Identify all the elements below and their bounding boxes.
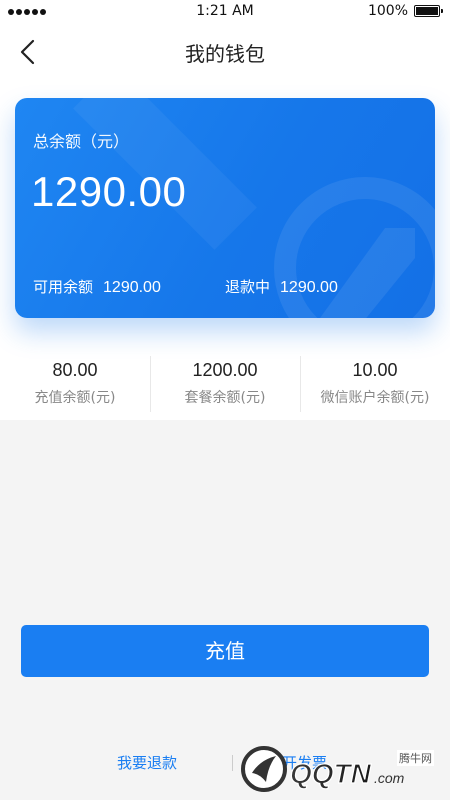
watermark-site-label: 腾牛网 xyxy=(397,750,434,766)
stat-value: 1200.00 xyxy=(192,360,258,380)
refund-link[interactable]: 我要退款 xyxy=(117,752,177,773)
stat-recharge-balance: 80.00 充值余额(元) xyxy=(0,356,150,412)
refunding-value: 1290.00 xyxy=(280,279,338,296)
stat-label: 微信账户余额(元) xyxy=(320,390,430,406)
stat-wechat-balance: 10.00 微信账户余额(元) xyxy=(300,356,450,412)
refunding-balance: 退款中 1290.00 xyxy=(225,276,338,297)
qqtn-watermark-logo-icon: QQTN .com xyxy=(241,746,405,792)
status-bar: 1:21 AM 100% xyxy=(0,0,450,24)
available-balance-value: 1290.00 xyxy=(103,279,161,296)
available-balance: 可用余额 1290.00 xyxy=(33,276,161,297)
battery-indicator: 100% xyxy=(367,3,443,19)
nav-bar: 我的钱包 xyxy=(0,24,450,80)
battery-icon xyxy=(414,5,443,17)
battery-percent: 100% xyxy=(367,3,408,19)
page-title: 我的钱包 xyxy=(185,42,265,66)
recharge-button[interactable]: 充值 xyxy=(21,625,429,677)
stat-label: 套餐余额(元) xyxy=(184,390,266,406)
balance-breakdown: 80.00 充值余额(元) 1200.00 套餐余额(元) 10.00 微信账户… xyxy=(0,356,450,412)
balance-card: 总余额（元） 1290.00 可用余额 1290.00 退款中 1290.00 xyxy=(15,98,435,318)
stat-value: 10.00 xyxy=(352,360,398,380)
stat-label: 充值余额(元) xyxy=(34,390,116,406)
total-balance-amount: 1290.00 xyxy=(31,168,187,215)
total-balance-label: 总余额（元） xyxy=(33,132,130,151)
stat-package-balance: 1200.00 套餐余额(元) xyxy=(150,356,300,412)
svg-text:.com: .com xyxy=(374,770,405,786)
available-balance-label: 可用余额 xyxy=(33,278,94,296)
refunding-label: 退款中 xyxy=(225,278,271,296)
svg-text:QQTN: QQTN xyxy=(290,758,372,789)
stat-value: 80.00 xyxy=(52,360,98,380)
